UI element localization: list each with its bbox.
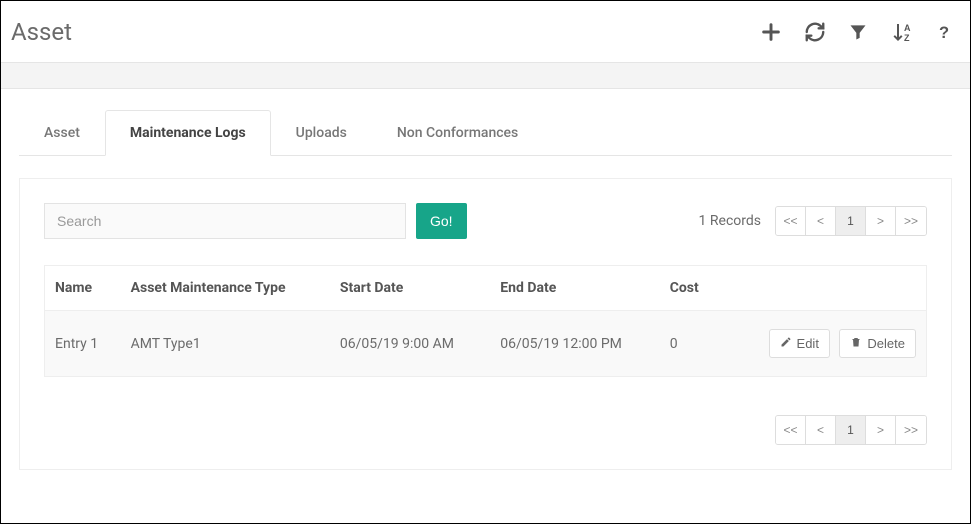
pager-bottom: << < 1 > >> (775, 415, 927, 445)
pager-prev[interactable]: < (806, 207, 836, 235)
delete-label: Delete (867, 336, 905, 351)
svg-text:A: A (904, 23, 911, 33)
cell-type: AMT Type1 (121, 311, 330, 377)
pager-current[interactable]: 1 (836, 207, 866, 235)
go-button[interactable]: Go! (416, 203, 467, 239)
table-header-row: Name Asset Maintenance Type Start Date E… (45, 266, 927, 311)
pencil-icon (780, 336, 792, 351)
col-type: Asset Maintenance Type (121, 266, 330, 311)
svg-text:Z: Z (904, 33, 910, 43)
table-toolbar: Go! 1 Records << < 1 > >> (44, 203, 927, 239)
page-header: Asset AZ ? (1, 1, 970, 63)
col-end: End Date (490, 266, 659, 311)
maintenance-table: Name Asset Maintenance Type Start Date E… (44, 265, 927, 377)
edit-label: Edit (797, 336, 819, 351)
maintenance-panel: Go! 1 Records << < 1 > >> Name Asset Mai… (19, 178, 952, 470)
filter-icon[interactable] (848, 22, 868, 42)
page-title: Asset (11, 18, 72, 46)
tabs: Asset Maintenance Logs Uploads Non Confo… (19, 109, 952, 156)
col-name: Name (45, 266, 121, 311)
tab-uploads[interactable]: Uploads (271, 110, 372, 156)
cell-cost: 0 (660, 311, 719, 377)
search-input[interactable] (44, 203, 406, 239)
pager-next[interactable]: > (866, 207, 896, 235)
svg-text:?: ? (939, 24, 949, 42)
tab-maintenance-logs[interactable]: Maintenance Logs (105, 110, 271, 156)
cell-end: 06/05/19 12:00 PM (490, 311, 659, 377)
add-icon[interactable] (760, 21, 782, 43)
cell-actions: Edit Delete (718, 311, 926, 377)
pager-current[interactable]: 1 (836, 416, 866, 444)
pager-last[interactable]: >> (896, 416, 926, 444)
sort-az-icon[interactable]: AZ (890, 20, 914, 44)
edit-button[interactable]: Edit (769, 329, 830, 358)
pager-prev[interactable]: < (806, 416, 836, 444)
col-actions (718, 266, 926, 311)
pager-last[interactable]: >> (896, 207, 926, 235)
col-cost: Cost (660, 266, 719, 311)
pager-top: << < 1 > >> (775, 206, 927, 236)
records-count: 1 Records (699, 213, 761, 229)
cell-start: 06/05/19 9:00 AM (330, 311, 490, 377)
trash-icon (850, 336, 862, 351)
sub-header-bar (1, 63, 970, 89)
col-start: Start Date (330, 266, 490, 311)
cell-name: Entry 1 (45, 311, 121, 377)
delete-button[interactable]: Delete (839, 329, 916, 358)
pager-first[interactable]: << (776, 416, 806, 444)
content-area: Asset Maintenance Logs Uploads Non Confo… (1, 89, 970, 490)
pager-bottom-wrap: << < 1 > >> (44, 415, 927, 445)
pager-next[interactable]: > (866, 416, 896, 444)
pager-first[interactable]: << (776, 207, 806, 235)
help-icon[interactable]: ? (936, 21, 954, 43)
tab-non-conformances[interactable]: Non Conformances (372, 110, 543, 156)
table-row: Entry 1 AMT Type1 06/05/19 9:00 AM 06/05… (45, 311, 927, 377)
header-actions: AZ ? (760, 20, 954, 44)
refresh-icon[interactable] (804, 21, 826, 43)
tab-asset[interactable]: Asset (19, 110, 105, 156)
